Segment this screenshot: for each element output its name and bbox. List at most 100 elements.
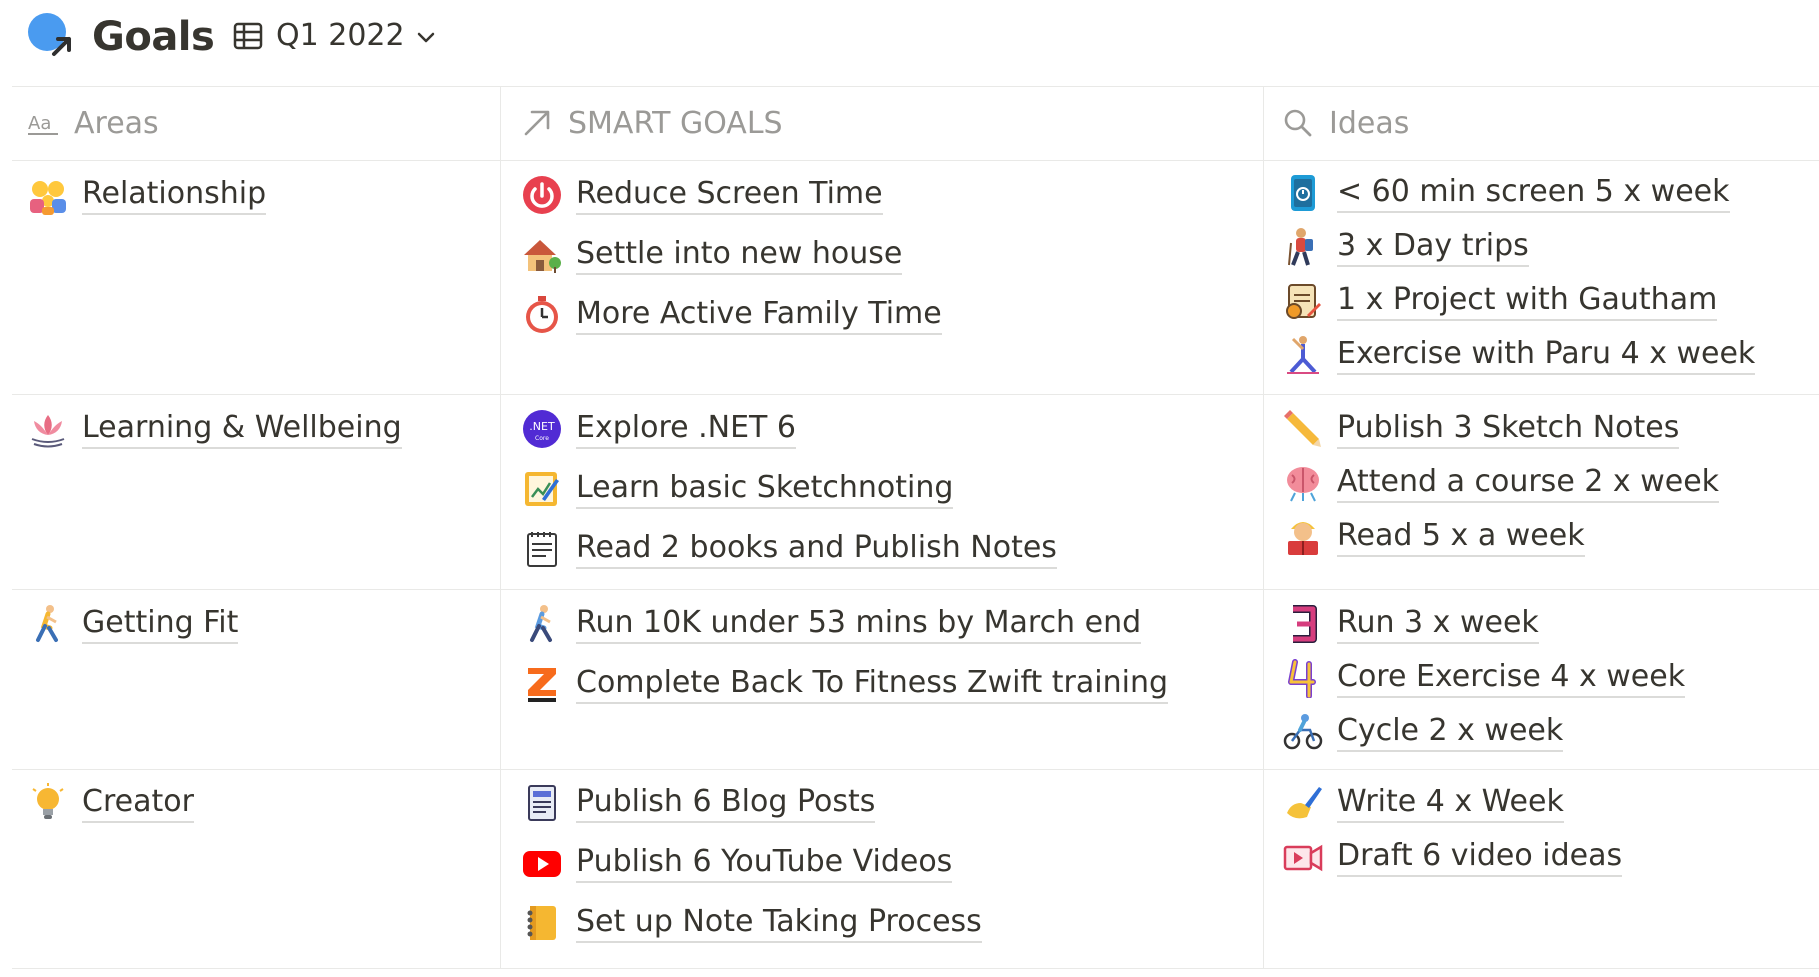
goal-item[interactable]: Learn basic Sketchnoting xyxy=(522,462,1057,516)
blog-icon xyxy=(522,783,562,823)
column-header-smart-goals[interactable]: SMART GOALS xyxy=(522,86,783,160)
pencil-icon xyxy=(1283,409,1323,449)
table-bottom-border xyxy=(12,968,1819,969)
svg-text:Core: Core xyxy=(535,435,549,442)
goal-label: Publish 6 Blog Posts xyxy=(576,783,876,823)
area-cell: Getting Fit xyxy=(28,597,239,651)
lotus-icon xyxy=(28,409,68,449)
writing-hand-icon xyxy=(1283,783,1323,823)
stopwatch-icon xyxy=(522,295,562,335)
goal-item[interactable]: More Active Family Time xyxy=(522,288,942,342)
goals-table: Aa Areas SMART GOALS Ideas Relationship xyxy=(12,86,1819,970)
idea-item[interactable]: Draft 6 video ideas xyxy=(1283,830,1623,884)
hiker-icon xyxy=(1283,227,1323,267)
idea-item[interactable]: Run 3 x week xyxy=(1283,597,1685,651)
idea-label: Write 4 x Week xyxy=(1337,783,1564,823)
runner-icon xyxy=(522,604,562,644)
ideas-cell: Publish 3 Sketch Notes Attend a course 2… xyxy=(1283,402,1720,564)
column-header-label: Areas xyxy=(74,105,159,141)
project-icon xyxy=(1283,281,1323,321)
idea-label: Run 3 x week xyxy=(1337,604,1539,644)
area-label: Creator xyxy=(82,783,194,823)
goals-cell: Reduce Screen Time Settle into new house… xyxy=(522,168,942,342)
idea-item[interactable]: Read 5 x a week xyxy=(1283,510,1719,564)
idea-item[interactable]: 1 x Project with Gautham xyxy=(1283,274,1755,328)
goal-label: Reduce Screen Time xyxy=(576,175,883,215)
goal-item[interactable]: Set up Note Taking Process xyxy=(522,896,982,950)
runner-icon xyxy=(28,604,68,644)
column-divider xyxy=(500,86,501,968)
cyclist-icon xyxy=(1283,712,1323,752)
idea-label: Core Exercise 4 x week xyxy=(1337,658,1686,698)
idea-item[interactable]: Core Exercise 4 x week xyxy=(1283,651,1686,705)
idea-item[interactable]: Exercise with Paru 4 x week xyxy=(1283,328,1756,382)
ideas-cell: Write 4 x Week Draft 6 video ideas xyxy=(1283,776,1623,884)
dotnet-icon: .NET Core xyxy=(522,409,562,449)
family-icon xyxy=(28,175,68,215)
goal-item[interactable]: Reduce Screen Time xyxy=(522,168,942,222)
goal-item[interactable]: Read 2 books and Publish Notes xyxy=(522,522,1057,576)
reader-icon xyxy=(1283,517,1323,557)
idea-item[interactable]: Write 4 x Week xyxy=(1283,776,1622,830)
area-cell: Relationship xyxy=(28,168,267,222)
goals-cell: .NET Core Explore .NET 6 Learn basic Sket… xyxy=(522,402,1057,576)
goal-label: Complete Back To Fitness Zwift training xyxy=(576,664,1169,704)
svg-text:.NET: .NET xyxy=(529,420,555,433)
goals-cell: Run 10K under 53 mins by March end Compl… xyxy=(522,597,1169,711)
idea-item[interactable]: 3 x Day trips xyxy=(1283,220,1755,274)
column-header-areas[interactable]: Aa Areas xyxy=(28,86,159,160)
header-divider xyxy=(12,160,1819,161)
column-header-label: Ideas xyxy=(1329,105,1410,141)
goal-label: Settle into new house xyxy=(576,235,903,275)
zwift-icon xyxy=(522,664,562,704)
area-cell: Learning & Wellbeing xyxy=(28,402,402,456)
brain-icon xyxy=(1283,463,1323,503)
goal-item[interactable]: Publish 6 Blog Posts xyxy=(522,776,982,830)
goal-label: Explore .NET 6 xyxy=(576,409,796,449)
goal-label: Read 2 books and Publish Notes xyxy=(576,529,1057,569)
idea-item[interactable]: Publish 3 Sketch Notes xyxy=(1283,402,1719,456)
goal-item[interactable]: Complete Back To Fitness Zwift training xyxy=(522,657,1169,711)
lightbulb-icon xyxy=(28,783,68,823)
table-top-border xyxy=(12,86,1819,87)
goal-item[interactable]: Run 10K under 53 mins by March end xyxy=(522,597,1168,651)
area-item[interactable]: Creator xyxy=(28,776,194,830)
area-item[interactable]: Getting Fit xyxy=(28,597,239,651)
goal-item[interactable]: .NET Core Explore .NET 6 xyxy=(522,402,1057,456)
column-header-label: SMART GOALS xyxy=(568,105,783,141)
idea-item[interactable]: < 60 min screen 5 x week xyxy=(1283,166,1755,220)
notepad-icon xyxy=(522,529,562,569)
idea-label: Exercise with Paru 4 x week xyxy=(1337,335,1756,375)
column-divider xyxy=(1263,86,1264,968)
column-header-ideas[interactable]: Ideas xyxy=(1283,86,1409,160)
area-item[interactable]: Learning & Wellbeing xyxy=(28,402,402,456)
idea-item[interactable]: Attend a course 2 x week xyxy=(1283,456,1720,510)
idea-label: < 60 min screen 5 x week xyxy=(1337,173,1730,213)
goals-arrow-icon xyxy=(28,13,71,56)
ideas-cell: < 60 min screen 5 x week 3 x Day trips 1… xyxy=(1283,166,1756,382)
text-property-icon: Aa xyxy=(28,113,58,135)
row-divider xyxy=(12,394,1819,395)
idea-label: 3 x Day trips xyxy=(1337,227,1529,267)
page-header: Goals Q1 2022 xyxy=(0,0,1819,74)
chevron-down-icon xyxy=(417,32,434,43)
area-item[interactable]: Relationship xyxy=(28,168,267,222)
area-label: Learning & Wellbeing xyxy=(82,409,402,449)
search-icon xyxy=(1284,109,1312,137)
idea-item[interactable]: Cycle 2 x week xyxy=(1283,705,1685,759)
number-3-icon xyxy=(1283,604,1323,644)
yoga-icon xyxy=(1283,335,1323,375)
view-selector[interactable]: Q1 2022 xyxy=(232,16,437,56)
goal-label: Set up Note Taking Process xyxy=(576,903,982,943)
power-icon xyxy=(522,175,562,215)
area-label: Getting Fit xyxy=(82,604,239,644)
notebook-icon xyxy=(522,903,562,943)
goal-item[interactable]: Publish 6 YouTube Videos xyxy=(522,836,982,890)
page-title: Goals xyxy=(92,14,215,60)
idea-label: Draft 6 video ideas xyxy=(1337,837,1623,877)
house-icon xyxy=(522,235,562,275)
sketch-icon xyxy=(522,469,562,509)
row-divider xyxy=(12,589,1819,590)
goal-item[interactable]: Settle into new house xyxy=(522,228,942,282)
video-camera-icon xyxy=(1283,837,1323,877)
